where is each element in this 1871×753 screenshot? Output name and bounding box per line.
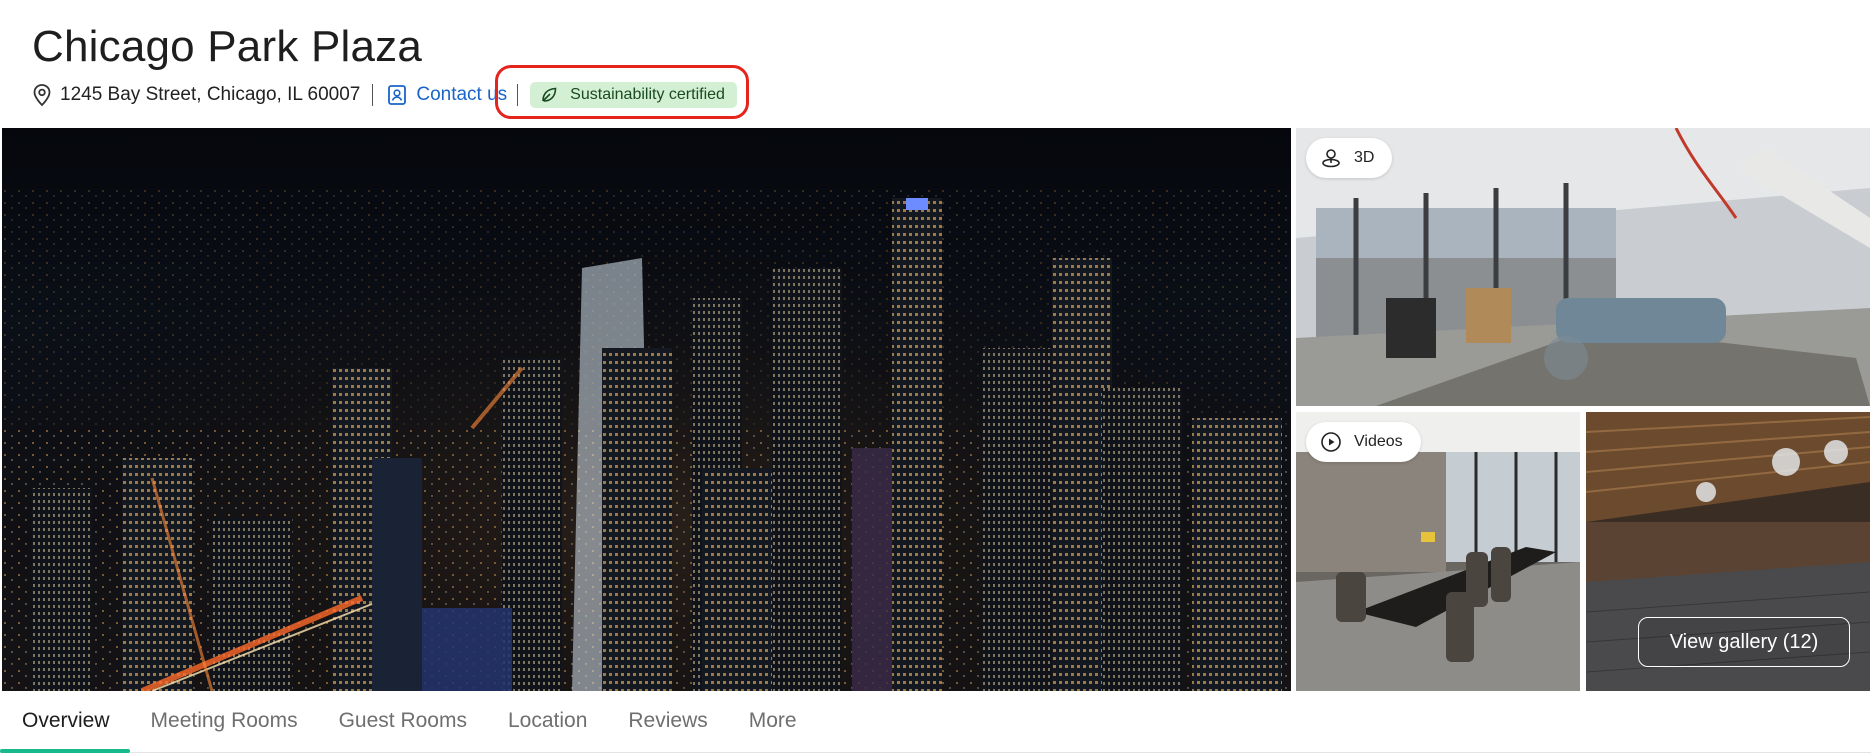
location-pin-icon (32, 83, 52, 107)
tab-guest-rooms[interactable]: Guest Rooms (339, 697, 467, 751)
contact-us-link[interactable]: Contact us (416, 84, 507, 106)
tab-overview[interactable]: Overview (0, 697, 129, 753)
hero-photo-city-night[interactable] (2, 128, 1291, 691)
venue-address: 1245 Bay Street, Chicago, IL 60007 (60, 84, 361, 105)
tab-meeting-rooms[interactable]: Meeting Rooms (151, 697, 298, 751)
venue-title: Chicago Park Plaza (32, 22, 423, 71)
3d-tour-icon (1320, 147, 1342, 169)
tab-more[interactable]: More (749, 697, 797, 751)
view-gallery-button[interactable]: View gallery (12) (1638, 617, 1850, 667)
play-circle-icon (1320, 431, 1342, 453)
tab-location[interactable]: Location (508, 697, 587, 751)
videos-pill[interactable]: Videos (1306, 422, 1421, 462)
3d-tour-label: 3D (1354, 149, 1375, 166)
3d-tour-pill[interactable]: 3D (1306, 138, 1393, 178)
videos-label: Videos (1354, 433, 1403, 450)
section-tab-bar: Overview Meeting Rooms Guest Rooms Locat… (0, 697, 1871, 753)
highlight-annotation-ring (495, 65, 749, 119)
contact-card-icon[interactable] (387, 84, 407, 106)
tab-reviews[interactable]: Reviews (628, 697, 707, 751)
divider (372, 84, 374, 106)
